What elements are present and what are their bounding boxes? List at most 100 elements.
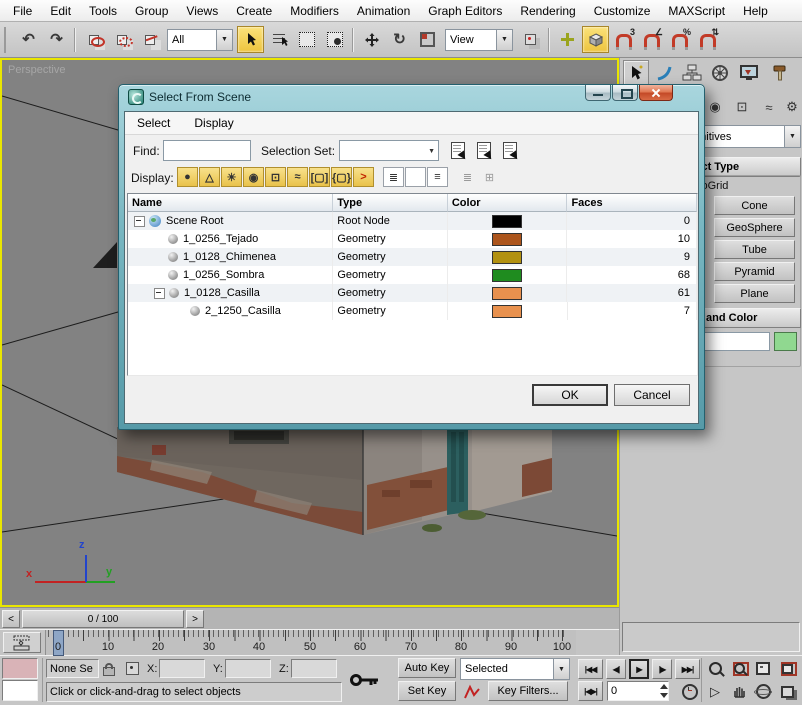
- plane-button[interactable]: Plane: [714, 284, 795, 303]
- angle-snap-button[interactable]: ∠: [638, 26, 665, 53]
- pan-button[interactable]: [728, 681, 750, 702]
- display-helpers-toggle[interactable]: ⊡: [265, 167, 286, 187]
- display-xrefs-toggle[interactable]: {▢}: [331, 167, 352, 187]
- pyramid-button[interactable]: Pyramid: [714, 262, 795, 281]
- next-frame-button[interactable]: |▶: [652, 659, 672, 679]
- color-swatch[interactable]: [492, 215, 522, 228]
- display-shapes-toggle[interactable]: △: [199, 167, 220, 187]
- previous-frame-button[interactable]: ◀|: [606, 659, 626, 679]
- snaps-toggle-button[interactable]: [582, 26, 609, 53]
- display-groups-toggle[interactable]: [▢]: [309, 167, 330, 187]
- key-mode-toggle[interactable]: |◀▶|: [578, 681, 603, 701]
- unlink-selection-button[interactable]: [108, 26, 135, 53]
- cancel-button[interactable]: Cancel: [614, 384, 690, 406]
- tab-utilities[interactable]: [767, 60, 793, 86]
- color-swatch[interactable]: [492, 287, 522, 300]
- chevron-down-icon[interactable]: ▼: [428, 148, 435, 155]
- category-helpers-icon[interactable]: ⊡: [731, 97, 753, 117]
- category-cameras-icon[interactable]: ◉: [704, 97, 726, 117]
- display-influences-toggle[interactable]: ≡: [427, 167, 448, 187]
- chevron-down-icon[interactable]: ▼: [553, 659, 569, 679]
- display-lights-toggle[interactable]: ☀: [221, 167, 242, 187]
- category-spacewarps-icon[interactable]: ≈: [758, 97, 780, 117]
- select-and-rotate-button[interactable]: ↻: [386, 26, 413, 53]
- percent-snap-button[interactable]: %: [666, 26, 693, 53]
- menu-group[interactable]: Group: [126, 2, 177, 20]
- menu-animation[interactable]: Animation: [348, 2, 419, 20]
- minimize-button[interactable]: [585, 85, 611, 101]
- object-color-swatch[interactable]: [774, 332, 797, 351]
- select-and-manipulate-button[interactable]: [554, 26, 581, 53]
- bind-to-space-warp-button[interactable]: [136, 26, 163, 53]
- color-swatch[interactable]: [492, 251, 522, 264]
- find-input[interactable]: [163, 140, 251, 161]
- time-next-button[interactable]: >: [186, 610, 204, 628]
- color-swatch[interactable]: [492, 233, 522, 246]
- x-coordinate-field[interactable]: [159, 659, 205, 678]
- go-to-start-button[interactable]: |◀◀: [578, 659, 603, 679]
- select-and-link-button[interactable]: [80, 26, 107, 53]
- category-systems-icon[interactable]: ⚙: [781, 97, 802, 117]
- snap-3d-button[interactable]: 3: [610, 26, 637, 53]
- menu-edit[interactable]: Edit: [41, 2, 80, 20]
- spinner-snap-button[interactable]: ⇅: [694, 26, 721, 53]
- z-coordinate-field[interactable]: [291, 659, 337, 678]
- table-row[interactable]: 1_0128_Chimenea Geometry 9: [128, 248, 697, 266]
- expander-icon[interactable]: [154, 288, 165, 299]
- frame-spinner[interactable]: [658, 683, 669, 699]
- select-and-move-button[interactable]: [358, 26, 385, 53]
- maximize-viewport-toggle[interactable]: [776, 681, 798, 702]
- tab-motion[interactable]: [707, 60, 733, 86]
- display-children-toggle[interactable]: ≣: [383, 167, 404, 187]
- zoom-extents-all-button[interactable]: [776, 658, 798, 679]
- display-spacewarps-toggle[interactable]: ≈: [287, 167, 308, 187]
- chevron-down-icon[interactable]: ▼: [784, 126, 800, 147]
- time-prev-button[interactable]: <: [2, 610, 20, 628]
- color-swatch[interactable]: [492, 269, 522, 282]
- layer-view-toggle[interactable]: ⊞: [479, 167, 500, 187]
- time-configuration-button[interactable]: [680, 681, 700, 702]
- zoom-button[interactable]: [704, 658, 726, 679]
- redo-button[interactable]: ↷: [43, 26, 70, 53]
- display-cameras-toggle[interactable]: ◉: [243, 167, 264, 187]
- toolbar-grip[interactable]: [4, 27, 11, 53]
- tab-display[interactable]: [736, 60, 762, 86]
- add-to-selection-set-button[interactable]: [473, 139, 495, 161]
- geosphere-button[interactable]: GeoSphere: [714, 218, 795, 237]
- listener-box[interactable]: [2, 680, 38, 701]
- color-swatch[interactable]: [492, 305, 522, 318]
- menu-customize[interactable]: Customize: [585, 2, 660, 20]
- zoom-extents-button[interactable]: [752, 658, 774, 679]
- expander-icon[interactable]: [134, 216, 145, 227]
- select-and-scale-button[interactable]: [414, 26, 441, 53]
- mini-curve-editor-button[interactable]: [3, 632, 41, 653]
- table-row[interactable]: 1_0256_Tejado Geometry 10: [128, 230, 697, 248]
- display-geometry-toggle[interactable]: ●: [177, 167, 198, 187]
- menu-rendering[interactable]: Rendering: [511, 2, 584, 20]
- column-header-faces[interactable]: Faces: [567, 194, 697, 212]
- arc-rotate-button[interactable]: [752, 681, 774, 702]
- use-pivot-center-button[interactable]: [517, 26, 544, 53]
- table-row[interactable]: 2_1250_Casilla Geometry 7: [128, 302, 697, 320]
- default-in-out-tangent-button[interactable]: [460, 681, 484, 702]
- chevron-down-icon[interactable]: ▼: [496, 30, 512, 50]
- viewport-label[interactable]: Perspective: [8, 64, 65, 76]
- close-button[interactable]: [639, 85, 673, 101]
- selection-lock-toggle[interactable]: [100, 658, 118, 679]
- menu-tools[interactable]: Tools: [80, 2, 126, 20]
- absolute-offset-toggle[interactable]: [122, 658, 142, 679]
- menu-views[interactable]: Views: [177, 2, 227, 20]
- y-coordinate-field[interactable]: [225, 659, 271, 678]
- display-none-toggle[interactable]: [405, 167, 426, 187]
- menu-graph-editors[interactable]: Graph Editors: [419, 2, 511, 20]
- track-bar-ruler[interactable]: 0 10 20 30 40 50 60 70 80 90 100: [45, 630, 576, 656]
- chevron-down-icon[interactable]: ▼: [216, 30, 232, 50]
- tab-hierarchy[interactable]: [679, 60, 705, 86]
- dialog-menu-select[interactable]: Select: [125, 114, 182, 132]
- tab-modify[interactable]: [651, 60, 677, 86]
- ok-button[interactable]: OK: [532, 384, 608, 406]
- key-mode-dropdown[interactable]: Selected ▼: [460, 658, 570, 680]
- select-by-name-button[interactable]: [265, 26, 292, 53]
- menu-maxscript[interactable]: MAXScript: [659, 2, 734, 20]
- tab-create[interactable]: [623, 60, 649, 86]
